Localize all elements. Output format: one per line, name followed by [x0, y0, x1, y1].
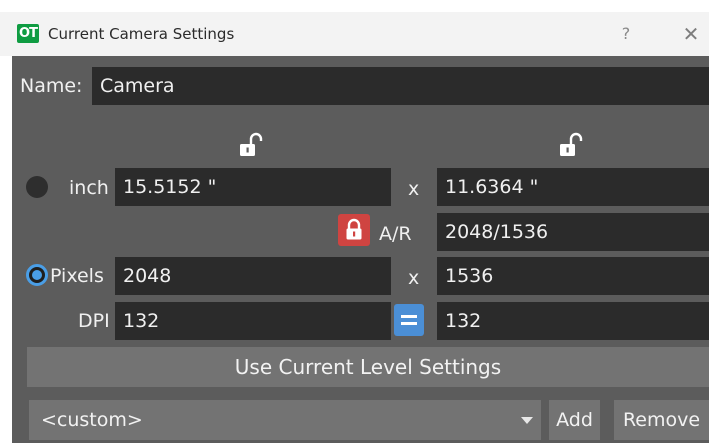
- remove-preset-button[interactable]: Remove: [614, 400, 709, 440]
- preset-dropdown[interactable]: <custom>: [29, 400, 541, 440]
- use-current-level-settings-button[interactable]: Use Current Level Settings: [27, 347, 709, 387]
- y-dpi-input[interactable]: 132: [437, 302, 709, 340]
- inch-unit-radio[interactable]: [26, 176, 48, 198]
- help-button[interactable]: ?: [612, 12, 640, 56]
- dpi-label: DPI: [78, 310, 110, 332]
- inch-unit-label: inch: [69, 177, 109, 199]
- pixels-unit-radio[interactable]: [26, 264, 48, 286]
- width-pixels-input[interactable]: 2048: [115, 257, 391, 295]
- height-inch-input[interactable]: 11.6364 ": [437, 168, 709, 206]
- equal-dpi-button[interactable]: [394, 304, 424, 336]
- app-logo-icon: OT: [17, 24, 39, 43]
- name-label: Name:: [20, 75, 83, 97]
- add-preset-button[interactable]: Add: [549, 400, 600, 440]
- chevron-down-icon: [521, 417, 533, 424]
- width-inch-input[interactable]: 15.5152 ": [115, 168, 391, 206]
- width-lock-open-icon[interactable]: [239, 132, 263, 158]
- height-lock-open-icon[interactable]: [559, 132, 583, 158]
- lock-closed-icon: [346, 218, 362, 240]
- aspect-ratio-label: A/R: [379, 223, 412, 245]
- inch-separator: x: [408, 178, 420, 200]
- height-pixels-input[interactable]: 1536: [437, 257, 709, 295]
- x-dpi-input[interactable]: 132: [115, 302, 391, 340]
- pixels-unit-label: Pixels: [50, 265, 104, 287]
- pixels-separator: x: [408, 267, 420, 289]
- window-title: Current Camera Settings: [48, 25, 235, 43]
- aspect-ratio-lock-button[interactable]: [338, 214, 370, 246]
- title-bar: OT Current Camera Settings ? ✕: [0, 12, 709, 56]
- camera-settings-panel: Name: Camera inch 15.5152 " x 11.6364 " …: [12, 56, 709, 443]
- preset-selected-value: <custom>: [41, 409, 143, 431]
- aspect-ratio-input[interactable]: 2048/1536: [437, 213, 709, 251]
- close-button[interactable]: ✕: [673, 12, 709, 56]
- name-input[interactable]: Camera: [92, 67, 709, 105]
